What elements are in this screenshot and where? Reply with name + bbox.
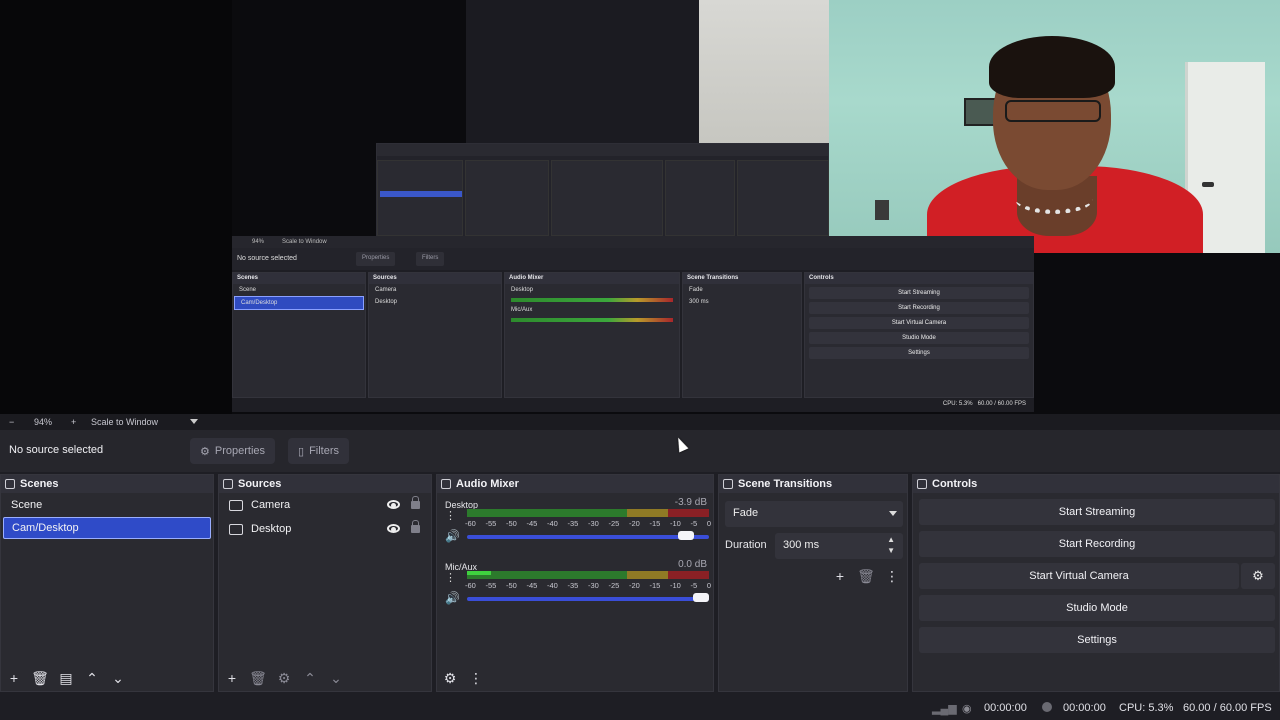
visibility-eye-icon[interactable] [387,500,400,509]
meter-ticks: -60 -55 -50 -45 -40 -35 -30 -25 -20 -15 -10 -5 0 [465,519,711,528]
monitor-icon [229,523,243,535]
advanced-audio-gear-icon[interactable]: ⚙ [437,667,463,689]
mute-speaker-icon[interactable]: 🔊 [445,591,460,605]
controls-dock: Controls Start Streaming Start Recording… [912,474,1280,692]
cpu-usage: CPU: 5.3% [1119,702,1174,714]
sources-dock: Sources Camera Desktop + 🗑 ⚙ ⌃ ⌄ [218,474,432,692]
record-status-icon [1042,702,1052,712]
sources-title: Sources [238,478,282,490]
channel-menu-icon[interactable]: ⋮ [445,571,456,584]
preview-toolbar: − 94% + Scale to Window [0,414,1280,430]
scenes-title: Scenes [20,478,59,490]
source-item-desktop[interactable]: Desktop [219,517,431,541]
gear-icon: ⚙ [200,445,210,458]
volume-slider[interactable] [467,597,709,601]
network-signal-icon: ▂▄▆ [932,703,957,715]
channel-db: -3.9 dB [674,497,707,508]
scale-mode-select[interactable]: Scale to Window [91,417,158,427]
add-transition-button[interactable]: + [827,565,853,587]
level-meter [467,509,709,517]
settings-button[interactable]: Settings [919,627,1275,653]
remove-transition-button[interactable]: 🗑 [853,565,879,587]
move-up-button[interactable]: ⌃ [79,667,105,689]
start-virtual-camera-button[interactable]: Start Virtual Camera [919,563,1239,589]
virtual-camera-settings-gear-icon[interactable]: ⚙ [1241,563,1275,589]
camera-feed [829,0,1280,253]
channel-menu-icon[interactable]: ⋮ [445,509,456,522]
start-streaming-button[interactable]: Start Streaming [919,499,1275,525]
move-down-button[interactable]: ⌄ [105,667,131,689]
source-down-button[interactable]: ⌄ [323,667,349,689]
stream-timer: 00:00:00 [984,702,1027,714]
camera-icon [229,499,243,511]
record-timer: 00:00:00 [1063,702,1106,714]
duration-label: Duration [725,539,767,551]
controls-title: Controls [932,478,978,490]
channel-db: 0.0 dB [678,559,707,570]
volume-slider-handle[interactable] [678,531,695,540]
audio-mixer-dock: Audio Mixer Desktop -3.9 dB ⋮ -60 -55 -50-… [436,474,714,692]
studio-mode-button[interactable]: Studio Mode [919,595,1275,621]
controls-icon [917,479,927,489]
zoom-out-button[interactable]: − [9,417,14,427]
scenes-icon [5,479,15,489]
fps-readout: 60.00 / 60.00 FPS [1183,702,1272,714]
level-meter [467,571,709,579]
filters-button[interactable]: ▯ Filters [288,438,350,464]
chevron-down-icon[interactable] [190,419,198,424]
status-bar: ▂▄▆ ◉ 00:00:00 00:00:00 CPU: 5.3% 60.00 … [0,696,1280,720]
mixer-icon [441,479,451,489]
visibility-eye-icon[interactable] [387,524,400,533]
source-up-button[interactable]: ⌃ [297,667,323,689]
start-recording-button[interactable]: Start Recording [919,531,1275,557]
stream-status-icon: ◉ [962,703,972,715]
duration-input[interactable]: 300 ms ▲ ▼ [775,533,903,559]
recursive-preview-mini [376,143,829,239]
scenes-dock: Scenes Scene Cam/Desktop + 🗑 ▤ ⌃ ⌄ [0,474,214,692]
source-toolbar: No source selected ⚙ Properties ▯ Filter… [0,430,1280,472]
scene-transitions-title: Scene Transitions [738,478,833,490]
recursive-preview-obs: 94% Scale to Window No source selected P… [232,236,1034,412]
scene-transitions-dock: Scene Transitions Fade Duration 300 ms ▲… [718,474,908,692]
volume-slider-handle[interactable] [693,593,709,602]
filter-icon: ▯ [298,445,305,458]
mixer-channel-desktop: Desktop -3.9 dB ⋮ -60 -55 -50 -45 -40 -35 -30-… [437,493,713,555]
remove-source-button[interactable]: 🗑 [245,667,271,689]
chevron-down-icon [889,511,897,516]
remove-scene-button[interactable]: 🗑 [27,667,53,689]
transition-menu-icon[interactable]: ⋮ [879,565,905,587]
chevron-down-icon[interactable]: ▼ [887,546,895,555]
transition-select[interactable]: Fade [725,501,903,527]
audio-mixer-title: Audio Mixer [456,478,519,490]
meter-ticks: -60 -55 -50 -45 -40 -35 -30 -25 -20 -15 -10 -5 0 [465,581,711,590]
chevron-up-icon[interactable]: ▲ [887,535,895,544]
mixer-menu-icon[interactable]: ⋮ [463,667,489,689]
mixer-channel-mic: Mic/Aux 0.0 dB ⋮ -60 -55 -50 -45 -40 -35 -30 -2… [437,555,713,617]
add-scene-button[interactable]: + [1,667,27,689]
zoom-level: 94% [34,417,53,427]
sources-icon [223,479,233,489]
recursive-preview-deep [466,0,829,148]
volume-slider[interactable] [467,535,709,539]
level-meter-fill [467,571,491,575]
lock-icon[interactable] [411,496,420,509]
lock-icon[interactable] [411,520,420,533]
preview-canvas[interactable]: 94% Scale to Window No source selected P… [0,0,1280,414]
scene-item-cam-desktop[interactable]: Cam/Desktop [3,517,211,539]
properties-button[interactable]: ⚙ Properties [190,438,276,464]
source-item-camera[interactable]: Camera [219,493,431,517]
preview-letterbox [0,0,232,414]
transitions-icon [723,479,733,489]
mute-speaker-icon[interactable]: 🔊 [445,529,460,543]
add-source-button[interactable]: + [219,667,245,689]
zoom-in-button[interactable]: + [71,417,76,427]
source-properties-button[interactable]: ⚙ [271,667,297,689]
scene-item-scene[interactable]: Scene [3,494,211,516]
scene-filters-button[interactable]: ▤ [53,667,79,689]
no-source-label: No source selected [9,444,104,456]
